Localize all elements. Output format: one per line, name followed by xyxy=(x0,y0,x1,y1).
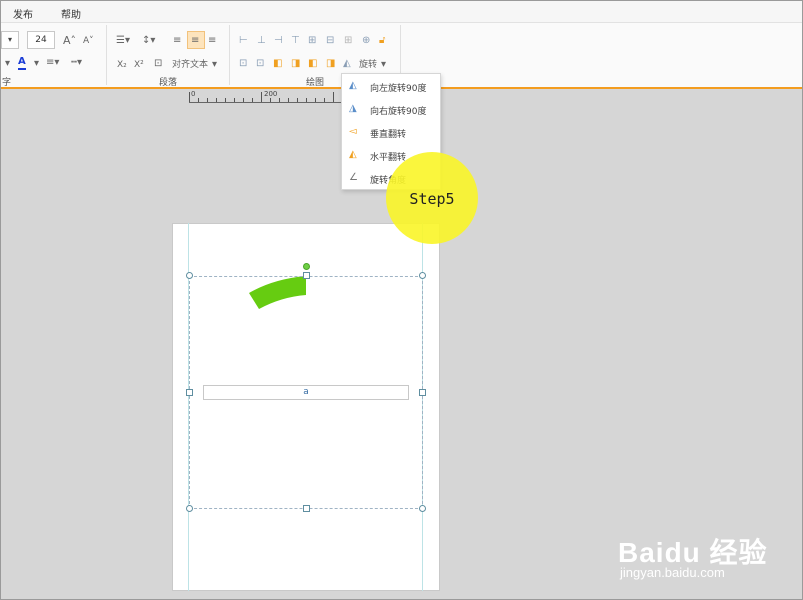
align-objects-top-icon[interactable]: ⊤ xyxy=(291,35,300,47)
resize-handle-left[interactable] xyxy=(186,389,193,396)
step-highlight-circle: Step5 xyxy=(386,152,478,244)
align-text-arrow-icon[interactable]: ▾ xyxy=(212,59,217,71)
menu-item-flip-vertical[interactable]: ◅ 垂直翻转 xyxy=(342,122,440,144)
align-objects-center-icon[interactable]: ⊥ xyxy=(257,35,266,47)
lock-icon[interactable]: 🔓︎ xyxy=(379,35,385,47)
resize-handle-bottom-right[interactable] xyxy=(419,505,426,512)
watermark: Baidu 经验 jingyan.baidu.com xyxy=(618,513,778,583)
separator xyxy=(106,25,107,85)
send-to-back-icon[interactable]: ◨ xyxy=(326,58,335,70)
menu-item-rotate-right[interactable]: ◮ 向右旋转90度 xyxy=(342,99,440,121)
resize-handle-top-right[interactable] xyxy=(419,272,426,279)
subscript-icon[interactable]: X₂ xyxy=(117,59,127,71)
bullet-list-icon[interactable]: ☰▾ xyxy=(116,35,130,47)
menu-item-label: 向右旋转90度 xyxy=(370,107,427,117)
font-color-icon[interactable]: A xyxy=(18,56,26,70)
paragraph-group-label: 段落 xyxy=(159,78,178,88)
font-color-arrow-icon[interactable]: ▾ xyxy=(34,58,39,70)
rotation-handle[interactable] xyxy=(303,263,310,270)
ruler-label: 0 xyxy=(191,90,196,98)
resize-handle-top-left[interactable] xyxy=(186,272,193,279)
bring-to-front-icon[interactable]: ◧ xyxy=(308,58,317,70)
group-icon[interactable]: ⊕ xyxy=(362,35,370,47)
rotate-arrow-icon[interactable]: ▾ xyxy=(381,59,386,71)
align-left-icon[interactable]: ≡ xyxy=(173,35,181,47)
resize-handle-bottom[interactable] xyxy=(303,505,310,512)
align-right-icon[interactable]: ≡ xyxy=(208,35,216,47)
align-objects-bottom-icon[interactable]: ⊟ xyxy=(326,35,334,47)
menu-publish[interactable]: 发布 xyxy=(13,6,33,21)
menu-item-label: 垂直翻转 xyxy=(370,130,407,140)
bring-forward-icon[interactable]: ◧ xyxy=(273,58,282,70)
rotation-angle-icon: ∠ xyxy=(349,172,358,183)
font-color-dropdown-icon[interactable]: ▾ xyxy=(5,58,10,70)
align-center-icon: ≡ xyxy=(191,35,200,46)
font-group-label: 字 xyxy=(2,78,12,88)
font-name-combo[interactable]: ▾ xyxy=(1,31,19,49)
resize-handle-top[interactable] xyxy=(303,272,310,279)
align-text-button[interactable]: 对齐文本 xyxy=(172,59,208,71)
dash-style-icon[interactable]: ┅▾ xyxy=(71,57,82,69)
drawing-group-label: 绘图 xyxy=(306,78,325,88)
rotate-left-icon: ◭ xyxy=(349,80,357,91)
group-objects-icon[interactable]: ⊡ xyxy=(239,58,247,70)
menu-item-label: 水平翻转 xyxy=(370,153,407,163)
rotate-right-icon: ◮ xyxy=(349,103,357,114)
distribute-icon[interactable]: ⊞ xyxy=(344,35,352,47)
increase-font-icon[interactable]: A˄ xyxy=(63,35,76,47)
step-label: Step5 xyxy=(409,190,455,208)
superscript-icon[interactable]: X² xyxy=(134,59,144,71)
align-objects-left-icon[interactable]: ⊢ xyxy=(239,35,248,47)
menu-item-label: 向左旋转90度 xyxy=(370,84,427,94)
watermark-url: jingyan.baidu.com xyxy=(620,565,725,580)
decrease-font-icon[interactable]: A˅ xyxy=(83,35,94,47)
rotate-icon[interactable]: ◭ xyxy=(343,58,351,70)
resize-handle-bottom-left[interactable] xyxy=(186,505,193,512)
align-text-icon[interactable]: ⊡ xyxy=(154,58,162,70)
ruler-label: 200 xyxy=(264,90,278,98)
align-objects-right-icon[interactable]: ⊣ xyxy=(274,35,283,47)
separator xyxy=(229,25,230,85)
line-style-icon[interactable]: ≡▾ xyxy=(46,57,59,69)
flip-horizontal-icon: ◭ xyxy=(349,149,357,160)
flip-vertical-icon: ◅ xyxy=(349,126,357,137)
menu-bar: 发布 帮助 xyxy=(1,1,802,23)
align-objects-middle-icon[interactable]: ⊞ xyxy=(308,35,316,47)
send-backward-icon[interactable]: ◨ xyxy=(291,58,300,70)
font-size-field[interactable]: 24 xyxy=(27,31,55,49)
menu-item-rotate-left[interactable]: ◭ 向左旋转90度 xyxy=(342,76,440,98)
resize-handle-right[interactable] xyxy=(419,389,426,396)
text-box[interactable]: a xyxy=(203,385,409,400)
ungroup-objects-icon[interactable]: ⊡ xyxy=(256,58,264,70)
app-window: 发布 帮助 ▾ 24 A˄ A˅ ▾ A ▾ ≡▾ ┅▾ 字 ☰▾ ↕▾ ≡ ≡… xyxy=(0,0,803,600)
line-spacing-icon[interactable]: ↕▾ xyxy=(142,35,155,47)
menu-help[interactable]: 帮助 xyxy=(61,6,81,21)
rotate-button[interactable]: 旋转 xyxy=(359,59,377,71)
horizontal-ruler: 0 200 xyxy=(189,90,349,103)
